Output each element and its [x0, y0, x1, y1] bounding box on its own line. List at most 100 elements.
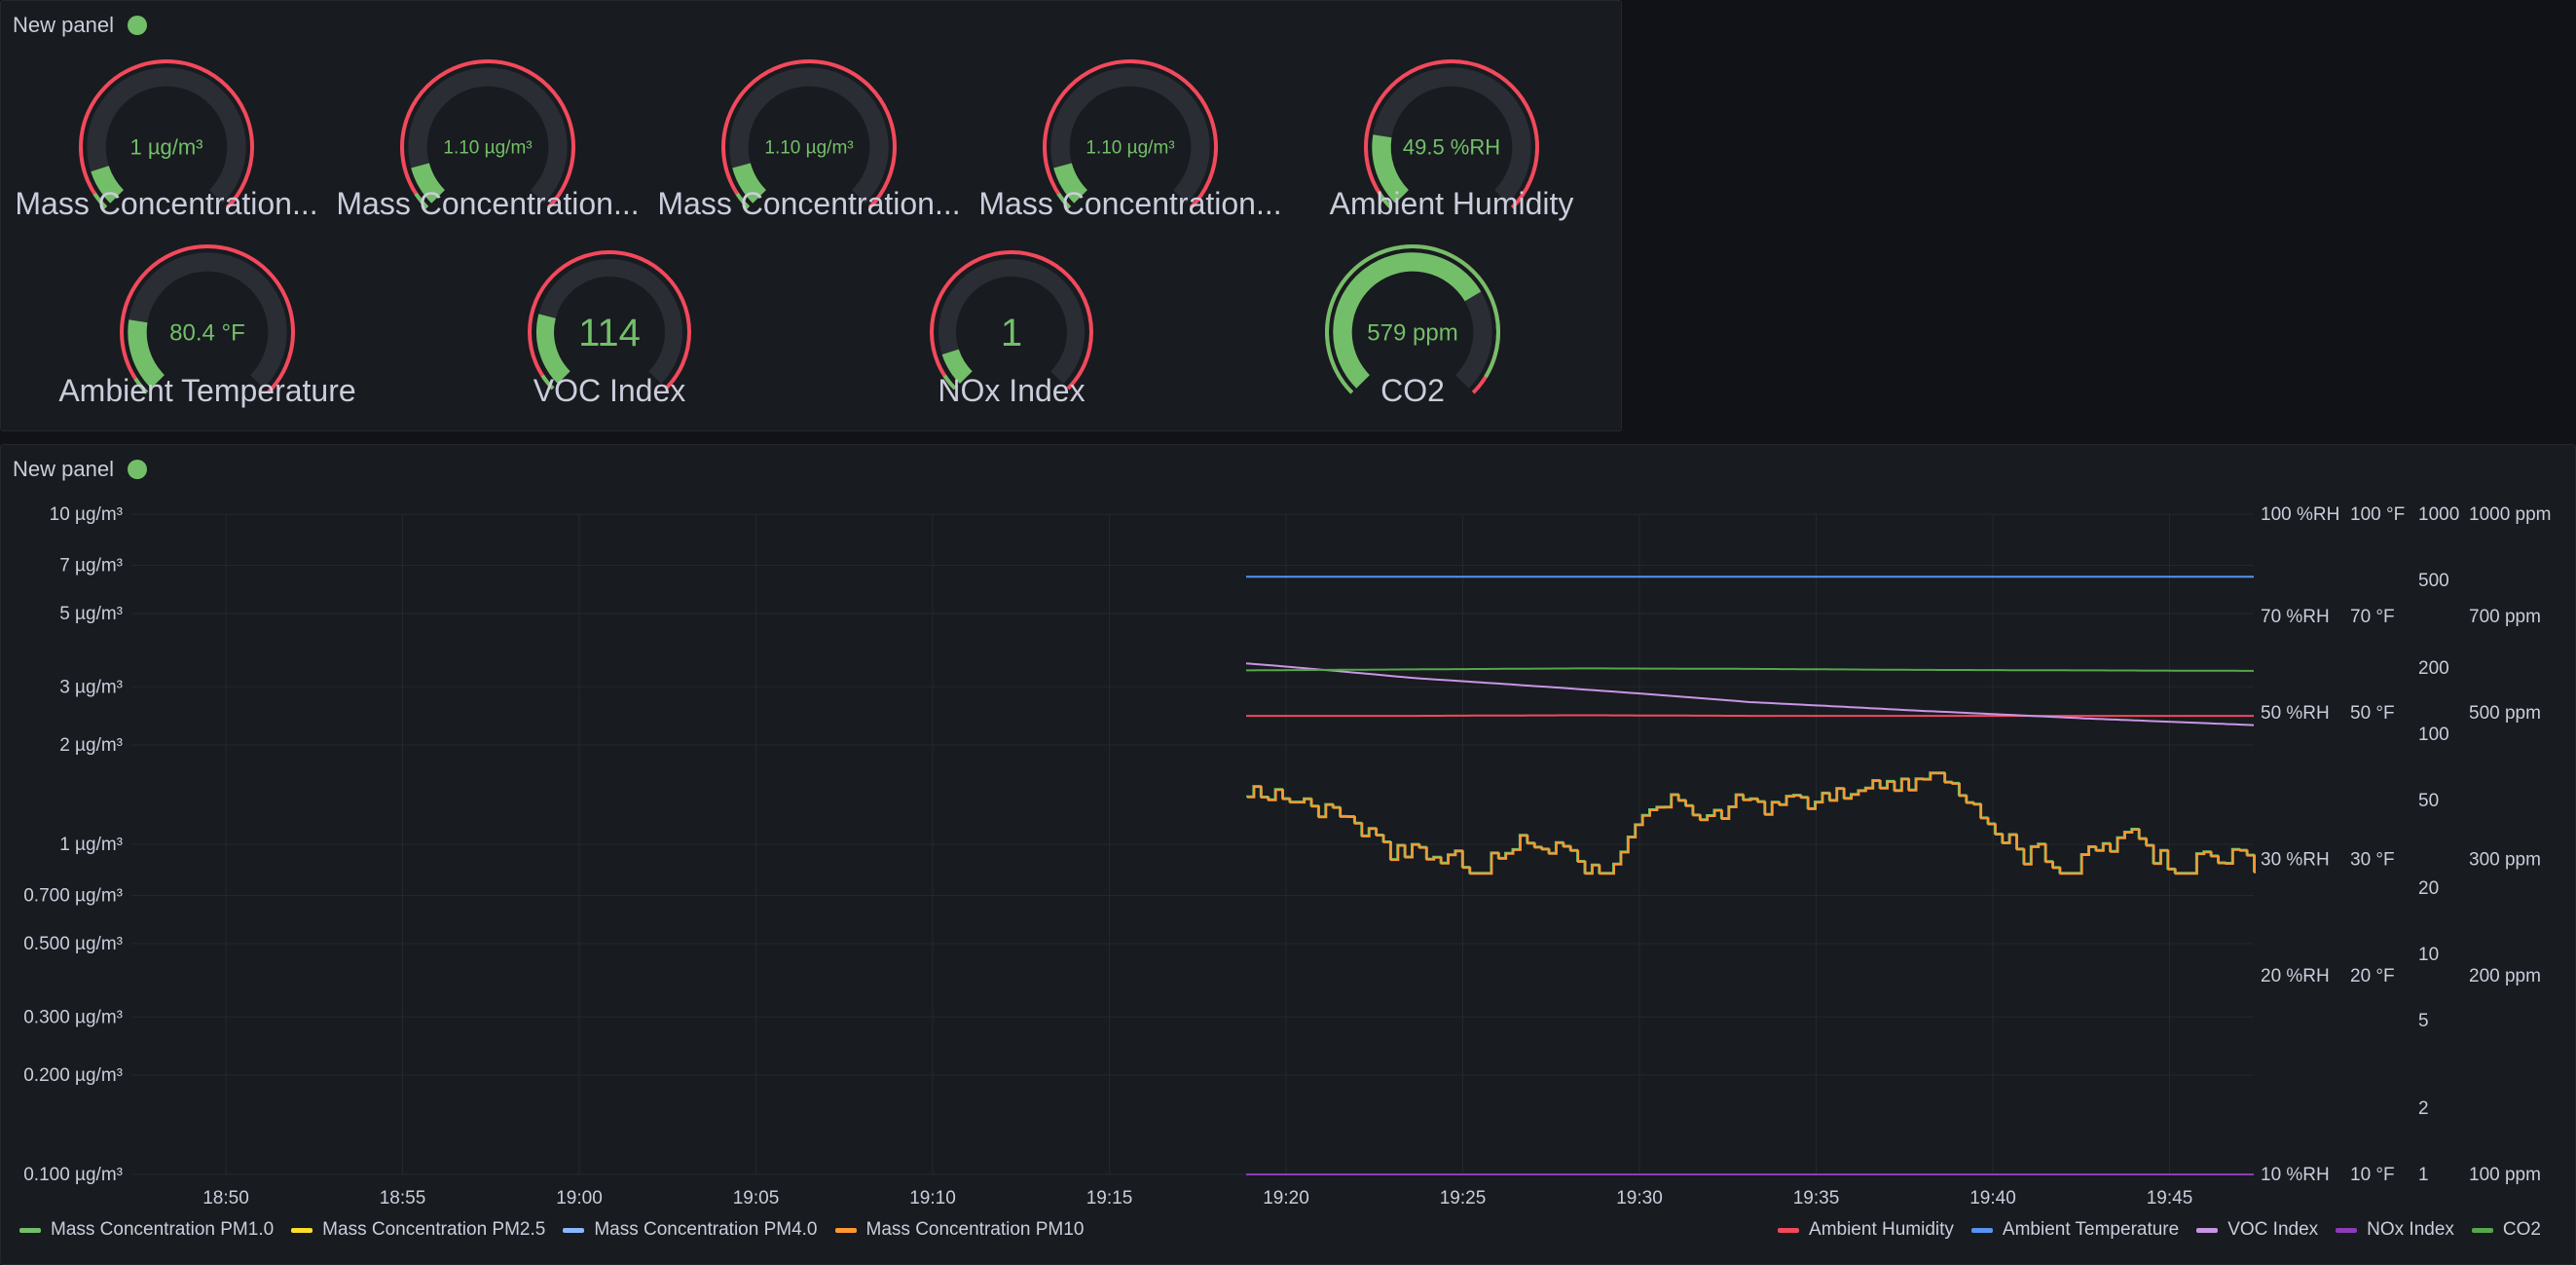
gauge-value: 114: [578, 312, 641, 354]
gauge-fill: [536, 314, 570, 385]
y-tick-label: 1 µg/m³: [59, 835, 123, 855]
gauge[interactable]: 1 NOx Index: [817, 242, 1206, 417]
panel-header[interactable]: New panel: [13, 11, 147, 40]
gauge-value: 1.10 µg/m³: [443, 138, 532, 159]
x-tick-label: 19:45: [2147, 1188, 2193, 1209]
gauge-title: Ambient Humidity: [1329, 186, 1574, 221]
series-line: [1246, 667, 2254, 672]
y-right-tick-label: 10: [2418, 945, 2439, 965]
y-tick-label: 2 µg/m³: [59, 735, 123, 756]
legend-swatch: [1970, 1227, 1993, 1233]
gauge[interactable]: 1.10 µg/m³ Mass Concentration...: [332, 52, 644, 230]
gauge[interactable]: 114 VOC Index: [415, 242, 804, 417]
y-tick-label: 0.100 µg/m³: [23, 1165, 123, 1185]
y-right-tick-label: 50: [2418, 791, 2439, 811]
legend-item[interactable]: Ambient Humidity: [1778, 1219, 1954, 1241]
series-line: [1246, 714, 2254, 718]
gauge-title: VOC Index: [533, 373, 686, 408]
x-tick-label: 19:20: [1263, 1188, 1309, 1209]
legend-label: Mass Concentration PM10: [865, 1219, 1085, 1240]
gauge[interactable]: 1 µg/m³ Mass Concentration...: [11, 52, 322, 230]
series-line-pm10: [1247, 772, 2256, 875]
y-tick-label: 0.500 µg/m³: [23, 934, 123, 954]
y-right-tick-label: 20: [2418, 878, 2439, 899]
x-tick-label: 19:15: [1086, 1188, 1133, 1209]
gauge-value: 49.5 %RH: [1403, 135, 1500, 160]
gauge-title: Mass Concentration...: [978, 186, 1282, 221]
gauge-value: 1.10 µg/m³: [764, 138, 853, 159]
gauge-value: 1.10 µg/m³: [1086, 138, 1174, 159]
legend-item[interactable]: Mass Concentration PM2.5: [291, 1219, 545, 1241]
legend-swatch: [19, 1227, 41, 1233]
legend-item[interactable]: Mass Concentration PM1.0: [19, 1219, 274, 1241]
y-right-tick-label: 10 %RH: [2261, 1165, 2330, 1185]
legend-label: Mass Concentration PM2.5: [322, 1219, 546, 1240]
y-right-tick-label: 200: [2418, 658, 2449, 679]
gauge-panel: New panel 1 µg/m³ Mass Concentration... 1.…: [0, 0, 1622, 431]
legend-item[interactable]: NOx Index: [2336, 1219, 2454, 1241]
legend-swatch: [2336, 1227, 2358, 1233]
legend-swatch: [1778, 1227, 1800, 1233]
x-tick-label: 19:05: [733, 1188, 780, 1209]
y-right-tick-label: 300 ppm: [2469, 850, 2541, 871]
y-right-tick-label: 100 %RH: [2261, 504, 2339, 525]
legend-label: Ambient Humidity: [1809, 1219, 1954, 1240]
y-right-tick-label: 100 ppm: [2469, 1165, 2541, 1185]
gauge[interactable]: 1.10 µg/m³ Mass Concentration...: [653, 52, 965, 230]
legend-label: Mass Concentration PM4.0: [594, 1219, 818, 1240]
legend-item[interactable]: Mass Concentration PM4.0: [563, 1219, 818, 1241]
x-tick-label: 19:10: [909, 1188, 956, 1209]
x-tick-label: 19:40: [1969, 1188, 2016, 1209]
legend-right: Ambient Humidity Ambient Temperature VOC I…: [1778, 1215, 2541, 1245]
y-right-tick-label: 30 °F: [2350, 850, 2395, 871]
y-tick-label: 3 µg/m³: [59, 677, 123, 697]
legend-swatch: [834, 1227, 857, 1233]
x-tick-label: 19:00: [556, 1188, 603, 1209]
legend-label: VOC Index: [2227, 1219, 2319, 1240]
gauge[interactable]: 80.4 °F Ambient Temperature: [13, 237, 402, 417]
y-tick-label: 0.300 µg/m³: [23, 1007, 123, 1027]
y-tick-label: 0.200 µg/m³: [23, 1065, 123, 1086]
gauge-track: [408, 67, 568, 204]
y-right-tick-label: 100: [2418, 725, 2449, 745]
gauge-title: Mass Concentration...: [15, 186, 318, 221]
gauge-value: 579 ppm: [1367, 319, 1457, 346]
gauge-title: NOx Index: [938, 373, 1086, 408]
y-right-tick-label: 70 %RH: [2261, 607, 2330, 627]
status-dot-icon: [127, 16, 147, 35]
panel-title: New panel: [13, 13, 114, 37]
legend-item[interactable]: VOC Index: [2196, 1219, 2318, 1241]
gauge-value: 1: [1001, 312, 1022, 354]
y-tick-label: 0.700 µg/m³: [23, 886, 123, 907]
gauge-track: [729, 67, 889, 204]
legend-item[interactable]: Ambient Temperature: [1970, 1219, 2179, 1241]
y-right-tick-label: 1000 ppm: [2469, 504, 2552, 525]
gauge-track: [1050, 67, 1210, 204]
y-right-tick-label: 500 ppm: [2469, 703, 2541, 724]
y-right-tick-label: 500: [2418, 571, 2449, 591]
y-right-tick-label: 10 °F: [2350, 1165, 2395, 1185]
legend-swatch: [291, 1227, 313, 1233]
y-right-tick-label: 20 %RH: [2261, 966, 2330, 986]
timeseries-chart[interactable]: 10 µg/m³ 7 µg/m³ 5 µg/m³ 3 µg/m³ 2 µg/m³ 1 µg…: [0, 444, 2576, 1213]
x-tick-label: 19:25: [1440, 1188, 1487, 1209]
legend-item[interactable]: Mass Concentration PM10: [834, 1219, 1085, 1241]
legend-label: Mass Concentration PM1.0: [51, 1219, 275, 1240]
y-right-tick-label: 50 °F: [2350, 703, 2395, 724]
gauge-value: 80.4 °F: [169, 319, 245, 346]
gauge[interactable]: 1.10 µg/m³ Mass Concentration...: [975, 52, 1286, 230]
y-right-tick-label: 30 %RH: [2261, 850, 2330, 871]
legend-item[interactable]: CO2: [2471, 1219, 2541, 1241]
y-right-tick-label: 2: [2418, 1098, 2429, 1119]
y-right-tick-label: 1000: [2418, 504, 2459, 525]
legend-swatch: [2196, 1227, 2219, 1233]
y-tick-label: 10 µg/m³: [50, 504, 123, 525]
gauge[interactable]: 579 ppm CO2: [1218, 237, 1607, 417]
gauge[interactable]: 49.5 %RH Ambient Humidity: [1296, 52, 1607, 230]
y-right-tick-label: 200 ppm: [2469, 966, 2541, 986]
legend-swatch: [2471, 1227, 2493, 1233]
y-right-tick-label: 100 °F: [2350, 504, 2405, 525]
y-tick-label: 5 µg/m³: [59, 604, 123, 624]
x-tick-label: 19:35: [1793, 1188, 1840, 1209]
x-tick-label: 19:30: [1616, 1188, 1663, 1209]
